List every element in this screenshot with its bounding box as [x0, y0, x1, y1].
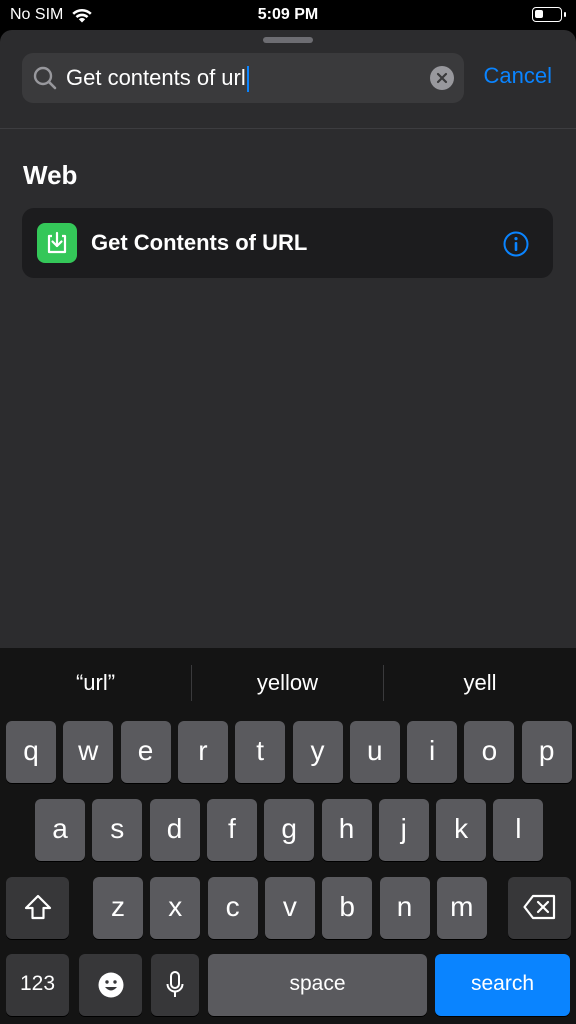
section-title: Web — [23, 160, 78, 190]
key-b[interactable]: b — [322, 877, 373, 939]
info-icon[interactable] — [503, 231, 529, 257]
text-caret — [246, 66, 249, 93]
dictation-key[interactable] — [151, 954, 199, 1016]
divider — [0, 128, 576, 129]
key-d[interactable]: d — [149, 799, 200, 861]
suggestion-3[interactable]: yell — [384, 648, 576, 718]
emoji-key[interactable] — [79, 954, 142, 1016]
keyboard: “url” yellow yell 123 space search q w e… — [0, 648, 576, 1024]
key-m[interactable]: m — [436, 877, 487, 939]
sheet-grabber[interactable] — [263, 37, 313, 43]
shift-icon — [24, 894, 51, 920]
key-f[interactable]: f — [206, 799, 257, 861]
backspace-icon — [522, 894, 555, 920]
key-z[interactable]: z — [93, 877, 143, 939]
cancel-button[interactable]: Cancel — [484, 63, 552, 89]
key-l[interactable]: l — [493, 799, 544, 861]
key-c[interactable]: c — [207, 877, 258, 939]
key-w[interactable]: w — [63, 721, 114, 783]
key-q[interactable]: q — [6, 721, 56, 783]
suggestion-2[interactable]: yellow — [192, 648, 383, 718]
key-a[interactable]: a — [35, 799, 85, 861]
key-y[interactable]: y — [292, 721, 343, 783]
key-v[interactable]: v — [264, 877, 315, 939]
search-field[interactable]: Get contents of url — [22, 53, 464, 103]
predictive-bar: “url” yellow yell — [0, 648, 576, 718]
key-h[interactable]: h — [321, 799, 372, 861]
key-s[interactable]: s — [92, 799, 143, 861]
action-row-get-contents-of-url[interactable]: Get Contents of URL — [22, 208, 553, 278]
status-bar: No SIM 5:09 PM — [0, 0, 576, 30]
action-icon-tile — [37, 223, 77, 263]
search-input-text: Get contents of url — [66, 65, 246, 90]
key-x[interactable]: x — [150, 877, 201, 939]
search-input[interactable]: Get contents of url — [66, 53, 249, 103]
key-i[interactable]: i — [407, 721, 458, 783]
delete-key[interactable] — [508, 877, 571, 939]
microphone-icon — [166, 971, 184, 997]
search-icon — [33, 66, 57, 90]
search-return-key[interactable]: search — [435, 954, 570, 1016]
battery-icon — [532, 7, 566, 22]
key-p[interactable]: p — [521, 721, 572, 783]
key-n[interactable]: n — [379, 877, 430, 939]
suggestion-1[interactable]: “url” — [0, 648, 191, 718]
status-time: 5:09 PM — [257, 6, 319, 23]
numbers-key[interactable]: 123 — [6, 954, 69, 1016]
battery-level — [535, 10, 543, 18]
space-key[interactable]: space — [208, 954, 427, 1016]
key-t[interactable]: t — [235, 721, 286, 783]
key-o[interactable]: o — [464, 721, 515, 783]
clear-search-button[interactable] — [430, 66, 454, 90]
shift-key[interactable] — [6, 877, 69, 939]
emoji-icon — [98, 972, 123, 998]
action-search-sheet: Get contents of url Cancel Web Get Conte… — [0, 30, 576, 650]
key-j[interactable]: j — [378, 799, 429, 861]
key-e[interactable]: e — [120, 721, 171, 783]
key-k[interactable]: k — [436, 799, 487, 861]
key-u[interactable]: u — [349, 721, 400, 783]
download-icon — [47, 231, 67, 254]
action-label: Get Contents of URL — [91, 230, 308, 255]
key-g[interactable]: g — [264, 799, 315, 861]
clear-icon — [436, 72, 448, 84]
key-r[interactable]: r — [177, 721, 228, 783]
